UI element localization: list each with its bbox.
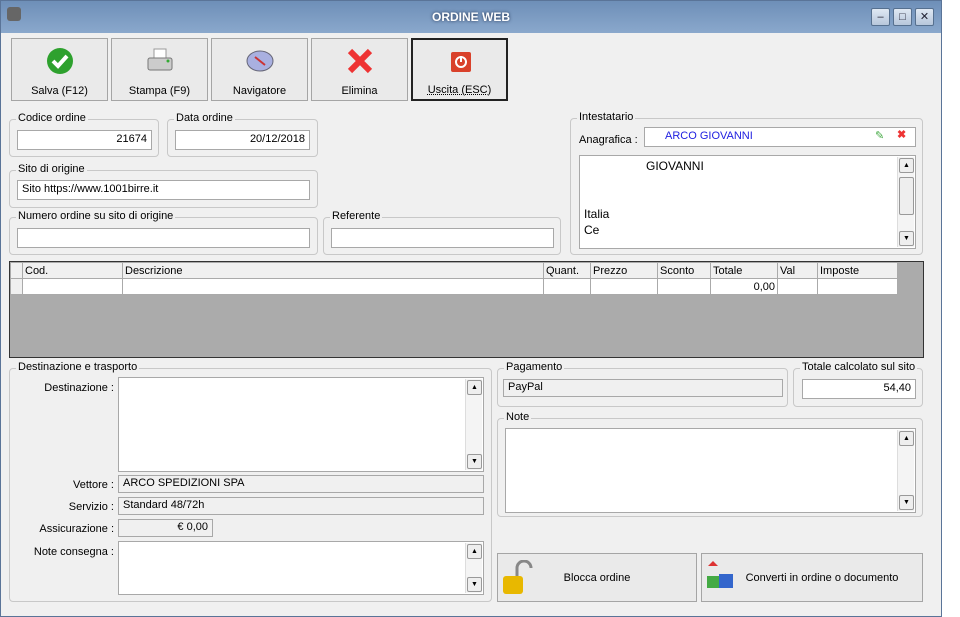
order-window: ORDINE WEB – □ ✕ Salva (F12) Stampa (F9)… [0, 0, 942, 617]
assicurazione-field[interactable]: € 0,00 [118, 519, 213, 537]
print-button[interactable]: Stampa (F9) [111, 38, 208, 101]
check-icon [47, 48, 73, 74]
numero-group: Numero ordine su sito di origine [9, 210, 318, 255]
codice-group: Codice ordine 21674 [9, 112, 159, 157]
codice-ordine-field[interactable]: 21674 [17, 130, 152, 150]
col-prezzo[interactable]: Prezzo [590, 262, 658, 279]
close-button[interactable]: ✕ [915, 8, 934, 26]
delete-button[interactable]: Elimina [311, 38, 408, 101]
compass-icon [246, 50, 274, 72]
destinazione-field[interactable]: ▲ ▼ [118, 377, 484, 472]
address-box[interactable]: GIOVANNI Italia Ce ▲ ▼ [579, 155, 916, 249]
note-scrollbar[interactable]: ▲ ▼ [897, 430, 914, 511]
note-consegna-field[interactable]: ▲ ▼ [118, 541, 484, 595]
col-descrizione[interactable]: Descrizione [122, 262, 544, 279]
totale-sito-field[interactable]: 54,40 [802, 379, 916, 399]
window-title: ORDINE WEB [432, 10, 510, 24]
col-imposte[interactable]: Imposte [817, 262, 898, 279]
minimize-button[interactable]: – [871, 8, 890, 26]
sito-origine-field[interactable]: Sito https://www.1001birre.it [17, 180, 310, 200]
data-group: Data ordine 20/12/2018 [167, 112, 318, 157]
destinazione-scrollbar[interactable]: ▲ ▼ [465, 379, 482, 470]
converti-button[interactable]: Converti in ordine o documento [701, 553, 923, 602]
intestatario-group: Intestatario Anagrafica : ARCO GIOVANNI … [570, 111, 923, 255]
x-icon [347, 48, 373, 74]
referente-field[interactable] [331, 228, 554, 248]
servizio-field[interactable]: Standard 48/72h [118, 497, 484, 515]
col-totale[interactable]: Totale [710, 262, 778, 279]
edit-pencil-icon[interactable]: ✎ [875, 129, 884, 142]
address-scrollbar[interactable]: ▲ ▼ [897, 157, 914, 247]
maximize-button[interactable]: □ [893, 8, 912, 26]
referente-group: Referente [323, 210, 561, 255]
col-sconto[interactable]: Sconto [657, 262, 711, 279]
order-lines-grid: Cod. Descrizione Quant. Prezzo Sconto To… [9, 261, 924, 358]
printer-icon [147, 48, 173, 71]
note-field[interactable]: ▲ ▼ [505, 428, 916, 513]
title-bar: ORDINE WEB – □ ✕ [1, 1, 941, 33]
pagamento-field[interactable]: PayPal [503, 379, 783, 397]
sito-group: Sito di origine Sito https://www.1001bir… [9, 163, 318, 208]
clear-x-icon[interactable]: ✖ [897, 128, 906, 141]
exit-button[interactable]: Uscita (ESC) [411, 38, 508, 101]
data-ordine-field[interactable]: 20/12/2018 [175, 130, 310, 150]
vettore-field[interactable]: ARCO SPEDIZIONI SPA [118, 475, 484, 493]
note-group: Note ▲ ▼ [497, 411, 923, 517]
totale-group: Totale calcolato sul sito 54,40 [793, 361, 923, 407]
pagamento-group: Pagamento PayPal [497, 361, 788, 407]
col-cod[interactable]: Cod. [22, 262, 123, 279]
power-icon [451, 52, 471, 72]
note-consegna-scrollbar[interactable]: ▲ ▼ [465, 543, 482, 593]
col-quant[interactable]: Quant. [543, 262, 591, 279]
table-row[interactable]: 0,00 [10, 278, 898, 295]
numero-ordine-field[interactable] [17, 228, 310, 248]
destinazione-group: Destinazione e trasporto Destinazione : … [9, 361, 492, 602]
navigator-button[interactable]: Navigatore [211, 38, 308, 101]
blocca-ordine-button[interactable]: Blocca ordine [497, 553, 697, 602]
col-val[interactable]: Val [777, 262, 818, 279]
save-button[interactable]: Salva (F12) [11, 38, 108, 101]
